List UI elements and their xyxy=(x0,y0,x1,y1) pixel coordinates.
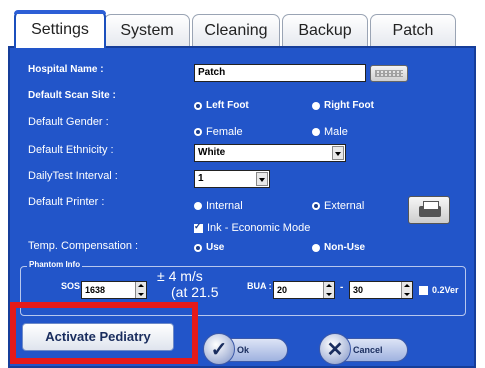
bua-separator: - xyxy=(340,282,344,293)
phantom-info-group: Phantom Info SOS : 1638 ± 4 m/s (at 21.5… xyxy=(20,260,466,316)
ethnicity-select[interactable]: White xyxy=(194,144,346,162)
temp-compensation-label: Temp. Compensation : xyxy=(28,240,139,252)
ver-checkbox[interactable]: 0.2Ver xyxy=(419,285,459,295)
cancel-label: Cancel xyxy=(353,345,383,355)
settings-panel: Hospital Name : Patch Default Scan Site … xyxy=(8,46,476,368)
phantom-info-title: Phantom Info xyxy=(27,260,83,269)
chevron-down-icon[interactable] xyxy=(332,146,344,160)
activate-pediatry-button[interactable]: Activate Pediatry xyxy=(22,323,174,351)
bua-min-input[interactable]: 20 xyxy=(273,281,335,299)
radio-dot xyxy=(194,101,202,110)
bua-label: BUA : xyxy=(247,281,272,291)
printer-external-radio[interactable]: External xyxy=(312,200,364,212)
radio-dot xyxy=(194,243,202,252)
radio-label: Use xyxy=(206,242,225,253)
radio-dot xyxy=(194,128,202,136)
scan-site-left-radio[interactable]: Left Foot xyxy=(194,100,249,111)
radio-label: External xyxy=(324,200,365,212)
radio-dot xyxy=(312,202,320,210)
checkbox-label: Ink - Economic Mode xyxy=(207,222,311,234)
interval-value: 1 xyxy=(198,173,204,184)
bua-min-value: 20 xyxy=(277,285,288,295)
radio-label: Male xyxy=(324,126,348,138)
radio-label: Internal xyxy=(206,200,243,212)
radio-label: Right Foot xyxy=(324,100,374,111)
interval-select[interactable]: 1 xyxy=(194,170,270,188)
printer-icon[interactable] xyxy=(408,196,450,224)
gender-male-radio[interactable]: Male xyxy=(312,126,348,138)
chevron-down-icon[interactable] xyxy=(256,172,268,186)
printer-label: Default Printer : xyxy=(28,196,105,208)
bua-max-input[interactable]: 30 xyxy=(349,281,413,299)
spinner-icon[interactable] xyxy=(401,282,412,298)
radio-dot xyxy=(312,128,320,136)
ethnicity-label: Default Ethnicity : xyxy=(28,144,114,156)
hospital-name-label: Hospital Name : xyxy=(28,64,104,75)
temp-use-radio[interactable]: Use xyxy=(194,242,224,253)
hospital-name-input[interactable]: Patch xyxy=(194,64,366,82)
radio-dot xyxy=(312,243,320,252)
ok-label: Ok xyxy=(237,345,250,355)
printer-internal-radio[interactable]: Internal xyxy=(194,200,243,212)
close-icon: ✕ xyxy=(319,333,351,365)
interval-label: DailyTest Interval : xyxy=(28,170,118,182)
sos-value: 1638 xyxy=(85,285,106,295)
checkbox-box xyxy=(419,285,428,295)
spinner-icon[interactable] xyxy=(323,282,334,298)
sos-temperature: (at 21.5 xyxy=(171,284,219,300)
radio-label: Non-Use xyxy=(324,242,366,253)
radio-dot xyxy=(312,101,320,110)
checkbox-box xyxy=(194,221,203,233)
ok-button[interactable]: ✓ Ok xyxy=(203,333,288,365)
gender-female-radio[interactable]: Female xyxy=(194,126,243,138)
radio-label: Female xyxy=(206,126,243,138)
check-icon: ✓ xyxy=(203,333,235,365)
sos-tolerance: ± 4 m/s xyxy=(157,268,203,284)
cancel-button[interactable]: ✕ Cancel xyxy=(319,333,408,365)
checkbox-label: 0.2Ver xyxy=(432,285,459,295)
tab-patch[interactable]: Patch xyxy=(370,14,456,46)
scan-site-label: Default Scan Site : xyxy=(28,90,116,101)
scan-site-right-radio[interactable]: Right Foot xyxy=(312,100,374,111)
tab-cleaning[interactable]: Cleaning xyxy=(192,14,280,46)
bua-max-value: 30 xyxy=(353,285,364,295)
temp-nonuse-radio[interactable]: Non-Use xyxy=(312,242,365,253)
tab-system[interactable]: System xyxy=(104,14,190,46)
gender-label: Default Gender : xyxy=(28,116,109,128)
spinner-icon[interactable] xyxy=(135,282,146,298)
tab-backup[interactable]: Backup xyxy=(282,14,368,46)
tab-settings[interactable]: Settings xyxy=(14,10,106,48)
keyboard-icon[interactable] xyxy=(370,65,408,82)
ink-economic-checkbox[interactable]: Ink - Economic Mode xyxy=(194,221,311,234)
sos-input[interactable]: 1638 xyxy=(81,281,147,299)
tab-bar: Settings System Cleaning Backup Patch xyxy=(0,0,485,48)
radio-dot xyxy=(194,202,202,210)
ethnicity-value: White xyxy=(198,147,226,158)
radio-label: Left Foot xyxy=(206,100,249,111)
